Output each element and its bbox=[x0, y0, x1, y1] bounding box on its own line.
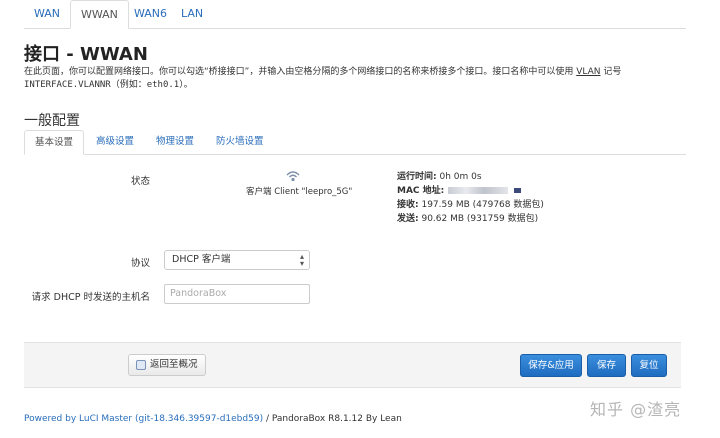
desc-code: eth0.1 bbox=[146, 80, 180, 90]
hostname-input[interactable]: PandoraBox bbox=[164, 284, 310, 304]
mac-address-redacted bbox=[514, 188, 522, 193]
client-info: 客户端 Client "leepro_5G" bbox=[246, 187, 353, 197]
tx-value: 90.62 MB (931759 数据包) bbox=[421, 214, 539, 224]
mac-address-redacted bbox=[448, 187, 509, 194]
interface-tabs: WAN WWAN WAN6 LAN bbox=[24, 0, 686, 29]
desc-code: INTERFACE.VLANNR bbox=[24, 80, 111, 90]
uptime-label: 运行时间: bbox=[397, 172, 437, 182]
desc-text: 在此页面，你可以配置网络接口。你可以勾选“桥接接口”，并输入由空格分隔的多个网络… bbox=[24, 67, 577, 77]
mac-label: MAC 地址: bbox=[397, 186, 445, 196]
protocol-select[interactable]: DHCP 客户端 ▴ ▾ bbox=[164, 250, 310, 270]
watermark: 知乎 @渣亮 bbox=[590, 400, 682, 419]
tab-wan[interactable]: WAN bbox=[24, 0, 70, 27]
status-details: 运行时间: 0h 0m 0s MAC 地址: 接收: 197.59 MB (47… bbox=[397, 170, 544, 226]
footer-text: / PandoraBox R8.1.12 By Lean bbox=[263, 414, 402, 424]
wifi-signal-icon bbox=[286, 171, 300, 182]
tab-advanced-settings[interactable]: 高级设置 bbox=[86, 130, 144, 153]
tab-wwan[interactable]: WWAN bbox=[70, 0, 129, 29]
desc-text: ）。 bbox=[179, 80, 193, 90]
settings-tabs: 基本设置 高级设置 物理设置 防火墙设置 bbox=[24, 130, 686, 155]
rx-label: 接收: bbox=[397, 200, 419, 210]
page-title: 接口 - WWAN bbox=[24, 44, 148, 65]
desc-text: 记号 bbox=[600, 67, 622, 77]
page-description: 在此页面，你可以配置网络接口。你可以勾选“桥接接口”，并输入由空格分隔的多个网络… bbox=[24, 66, 684, 92]
footer: Powered by LuCI Master (git-18.346.39597… bbox=[24, 414, 402, 424]
section-title: 一般配置 bbox=[24, 113, 80, 129]
protocol-label: 协议 bbox=[130, 258, 150, 269]
vlan-link[interactable]: VLAN bbox=[576, 67, 600, 77]
uptime-value: 0h 0m 0s bbox=[439, 172, 482, 182]
select-arrows-icon: ▴ ▾ bbox=[299, 252, 304, 268]
tab-lan[interactable]: LAN bbox=[171, 0, 213, 27]
save-button[interactable]: 保存 bbox=[587, 354, 626, 377]
tx-label: 发送: bbox=[397, 214, 419, 224]
reset-button[interactable]: 复位 bbox=[631, 354, 667, 377]
tab-wan6[interactable]: WAN6 bbox=[124, 0, 177, 27]
back-icon bbox=[136, 360, 146, 370]
tab-physical-settings[interactable]: 物理设置 bbox=[146, 130, 204, 153]
tab-firewall-settings[interactable]: 防火墙设置 bbox=[206, 130, 274, 153]
back-button-label: 返回至概况 bbox=[150, 359, 198, 370]
hostname-label: 请求 DHCP 时发送的主机名 bbox=[31, 292, 150, 303]
protocol-value: DHCP 客户端 bbox=[172, 254, 231, 265]
save-apply-button[interactable]: 保存&应用 bbox=[520, 354, 582, 377]
tab-basic-settings[interactable]: 基本设置 bbox=[24, 130, 85, 155]
luci-link[interactable]: Powered by LuCI Master (git-18.346.39597… bbox=[24, 414, 263, 424]
action-bar bbox=[24, 342, 681, 388]
status-label: 状态 bbox=[130, 176, 150, 187]
desc-text: （例如： bbox=[110, 80, 147, 90]
back-to-overview-button[interactable]: 返回至概况 bbox=[128, 354, 206, 376]
rx-value: 197.59 MB (479768 数据包) bbox=[421, 200, 544, 210]
